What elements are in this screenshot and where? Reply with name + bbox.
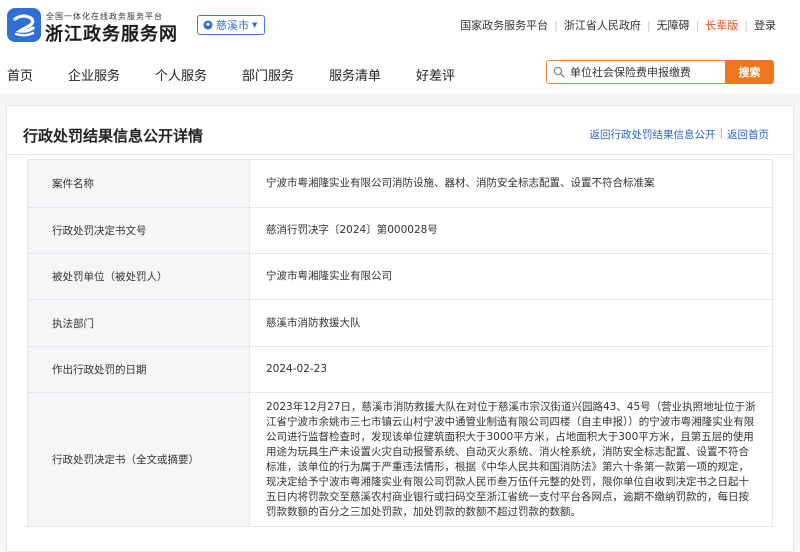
field-label: 执法部门 bbox=[27, 299, 250, 347]
field-value: 宁波市粤湘隆实业有限公司消防设施、器材、消防安全标志配置、设置不符合标准案 bbox=[249, 159, 773, 208]
link-accessibility[interactable]: 无障碍 bbox=[657, 17, 690, 33]
nav-evaluation[interactable]: 好差评 bbox=[416, 65, 455, 84]
region-selector[interactable]: 慈溪市 ▼ bbox=[197, 15, 266, 35]
back-to-home-link[interactable]: 返回首页 bbox=[727, 127, 769, 142]
nav-department-services[interactable]: 部门服务 bbox=[242, 65, 294, 84]
region-label: 慈溪市 bbox=[216, 19, 249, 32]
table-row: 执法部门 慈溪市消防救援大队 bbox=[27, 299, 773, 347]
title-divider bbox=[7, 154, 793, 155]
search-button[interactable]: 搜索 bbox=[725, 60, 774, 84]
detail-panel: 行政处罚结果信息公开详情 返回行政处罚结果信息公开 | 返回首页 案件名称 宁波… bbox=[6, 105, 794, 552]
nav-home[interactable]: 首页 bbox=[7, 65, 33, 84]
table-row: 作出行政处罚的日期 2024-02-23 bbox=[27, 346, 773, 393]
field-value: 宁波市粤湘隆实业有限公司 bbox=[249, 253, 773, 300]
location-pin-icon bbox=[203, 20, 213, 30]
table-row: 案件名称 宁波市粤湘隆实业有限公司消防设施、器材、消防安全标志配置、设置不符合标… bbox=[27, 159, 773, 208]
field-value: 慈消行罚决字〔2024〕第000028号 bbox=[249, 207, 773, 254]
table-row: 行政处罚决定书（全文或摘要） 2023年12月27日，慈溪市消防救援大队在对位于… bbox=[27, 392, 773, 527]
link-national-platform[interactable]: 国家政务服务平台 bbox=[460, 17, 548, 33]
link-login[interactable]: 登录 bbox=[754, 17, 776, 33]
detail-table: 案件名称 宁波市粤湘隆实业有限公司消防设施、器材、消防安全标志配置、设置不符合标… bbox=[27, 159, 773, 527]
search-icon bbox=[553, 66, 565, 78]
link-elder-mode[interactable]: 长辈版 bbox=[705, 17, 738, 33]
field-label: 行政处罚决定书（全文或摘要） bbox=[27, 392, 250, 527]
top-header: 全国一体化在线政务服务平台 浙江政务服务网 慈溪市 ▼ 国家政务服务平台 | 浙… bbox=[0, 0, 800, 50]
field-label: 被处罚单位（被处罚人） bbox=[27, 253, 250, 300]
link-separator: | bbox=[719, 127, 723, 139]
link-separator: | bbox=[695, 18, 700, 32]
link-separator: | bbox=[744, 18, 748, 32]
back-to-list-link[interactable]: 返回行政处罚结果信息公开 bbox=[589, 127, 715, 142]
nav-personal-services[interactable]: 个人服务 bbox=[155, 65, 207, 84]
field-value: 2024-02-23 bbox=[249, 346, 773, 393]
zhejiang-logo-icon[interactable] bbox=[7, 8, 41, 42]
link-zhejiang-government[interactable]: 浙江省人民政府 bbox=[564, 17, 641, 33]
field-value: 慈溪市消防救援大队 bbox=[249, 299, 773, 347]
caret-down-icon: ▼ bbox=[252, 21, 258, 29]
brand-name[interactable]: 浙江政务服务网 bbox=[45, 20, 178, 46]
top-links: 国家政务服务平台 | 浙江省人民政府 | 无障碍 | 长辈版 | 登录 bbox=[460, 17, 776, 33]
search-box[interactable] bbox=[546, 60, 726, 84]
table-row: 被处罚单位（被处罚人） 宁波市粤湘隆实业有限公司 bbox=[27, 253, 773, 300]
table-row: 行政处罚决定书文号 慈消行罚决字〔2024〕第000028号 bbox=[27, 207, 773, 254]
field-label: 行政处罚决定书文号 bbox=[27, 207, 250, 254]
field-label: 案件名称 bbox=[27, 159, 250, 208]
nav-service-list[interactable]: 服务清单 bbox=[329, 65, 381, 84]
field-value: 2023年12月27日，慈溪市消防救援大队在对位于慈溪市宗汉街道兴园路43、45… bbox=[249, 392, 773, 527]
link-separator: | bbox=[646, 18, 651, 32]
link-separator: | bbox=[554, 18, 558, 32]
search-input[interactable] bbox=[570, 65, 720, 79]
field-label: 作出行政处罚的日期 bbox=[27, 346, 250, 393]
title-links: 返回行政处罚结果信息公开 | 返回首页 bbox=[589, 127, 769, 142]
nav-enterprise-services[interactable]: 企业服务 bbox=[68, 65, 120, 84]
page-title: 行政处罚结果信息公开详情 bbox=[23, 127, 204, 145]
